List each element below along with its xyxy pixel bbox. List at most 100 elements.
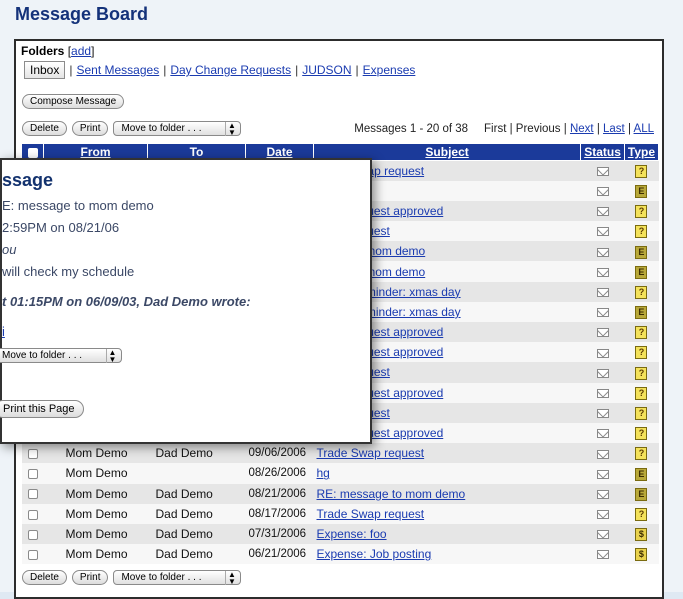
envelope-icon xyxy=(596,167,609,177)
cell-subject: Trade Swap request xyxy=(313,503,581,524)
message-type-icon: ? xyxy=(635,447,648,461)
row-checkbox[interactable] xyxy=(27,469,38,480)
table-row[interactable]: Mom Demo Dad Demo 07/31/2006 Expense: foo $ xyxy=(21,523,659,545)
popup-to: ou xyxy=(2,242,17,257)
envelope-icon xyxy=(596,288,609,298)
cell-subject: Expense: foo xyxy=(313,523,581,545)
subject-link[interactable]: Trade Swap request xyxy=(317,446,425,460)
sort-status-link[interactable]: Status xyxy=(584,145,621,159)
page-next[interactable]: Next xyxy=(570,123,594,135)
cell-type: ? xyxy=(624,342,659,363)
sort-type-link[interactable]: Type xyxy=(628,145,655,159)
cell-from: Mom Demo xyxy=(43,463,148,484)
cell-date: 07/31/2006 xyxy=(245,523,314,545)
cell-subject: RE: message to mom demo xyxy=(313,483,581,504)
page-previous[interactable]: Previous xyxy=(516,123,561,135)
table-row[interactable]: Mom Demo Dad Demo 06/21/2006 Expense: Job p… xyxy=(21,544,659,565)
delete-button-bottom[interactable]: Delete xyxy=(22,570,67,585)
move-to-folder-label: Move to folder . . . xyxy=(121,572,202,583)
cell-type: E xyxy=(624,301,659,322)
row-checkbox[interactable] xyxy=(27,449,38,460)
popup-subject: E: message to mom demo xyxy=(2,198,154,213)
cell-status xyxy=(580,221,625,242)
envelope-icon xyxy=(596,469,609,479)
popup-move-to-folder-select[interactable]: Move to folder . . . ▲ ▼ xyxy=(0,348,122,364)
cell-date: 09/06/2006 xyxy=(245,443,314,464)
cell-status xyxy=(580,281,625,302)
add-folder-link[interactable]: add xyxy=(71,44,91,58)
envelope-icon xyxy=(596,267,609,277)
envelope-icon xyxy=(596,308,609,318)
separator: | xyxy=(596,123,600,135)
cell-to xyxy=(147,463,246,484)
table-row[interactable]: Mom Demo Dad Demo 08/17/2006 Trade Swap req… xyxy=(21,503,659,524)
print-button[interactable]: Print xyxy=(71,121,109,136)
cell-type: ? xyxy=(624,382,659,403)
popup-title: ssage xyxy=(2,170,54,190)
tab-sent-messages[interactable]: Sent Messages xyxy=(76,63,159,77)
cell-status xyxy=(580,443,625,464)
cell-date: 06/21/2006 xyxy=(245,544,314,565)
envelope-icon xyxy=(596,510,609,520)
cell-type: E xyxy=(624,241,659,262)
cell-status xyxy=(580,483,625,504)
header-type[interactable]: Type xyxy=(623,143,660,161)
row-checkbox-cell xyxy=(21,463,44,484)
select-arrows-icon: ▲ ▼ xyxy=(106,349,118,364)
popup-link[interactable]: i xyxy=(2,324,5,339)
tab-inbox[interactable]: Inbox xyxy=(24,61,66,79)
move-to-folder-select[interactable]: Move to folder . . . ▲ ▼ xyxy=(113,121,242,137)
row-checkbox-cell xyxy=(21,483,44,504)
row-checkbox[interactable] xyxy=(27,529,38,540)
sort-subject-link[interactable]: Subject xyxy=(425,145,468,159)
table-row[interactable]: Mom Demo 08/26/2006 hg E xyxy=(21,463,659,484)
page-all[interactable]: ALL xyxy=(634,123,654,135)
cell-type: ? xyxy=(624,322,659,343)
tab-judson[interactable]: JUDSON xyxy=(302,63,351,77)
sort-from-link[interactable]: From xyxy=(81,145,111,159)
message-type-icon: ? xyxy=(635,205,648,219)
header-to-label: To xyxy=(189,145,204,159)
tab-expenses[interactable]: Expenses xyxy=(363,63,416,77)
subject-link[interactable]: RE: message to mom demo xyxy=(317,487,466,501)
envelope-icon xyxy=(596,489,609,499)
message-type-icon: E xyxy=(635,467,648,481)
message-type-icon: ? xyxy=(635,326,648,340)
row-checkbox[interactable] xyxy=(27,489,38,500)
row-checkbox[interactable] xyxy=(27,549,38,560)
header-status[interactable]: Status xyxy=(580,143,625,161)
cell-status xyxy=(580,301,625,322)
row-checkbox[interactable] xyxy=(27,509,38,520)
toolbar-top: Delete Print Move to folder . . . ▲ ▼ xyxy=(22,121,242,137)
envelope-icon xyxy=(596,429,609,439)
envelope-icon xyxy=(596,247,609,257)
subject-link[interactable]: Expense: foo xyxy=(317,527,387,541)
page-last[interactable]: Last xyxy=(603,123,625,135)
subject-link[interactable]: hg xyxy=(317,466,330,480)
subject-link[interactable]: Expense: Job posting xyxy=(317,547,432,561)
cell-status xyxy=(580,322,625,343)
table-row[interactable]: Mom Demo Dad Demo 08/21/2006 RE: message to… xyxy=(21,483,659,504)
envelope-icon xyxy=(596,187,609,197)
cell-type: E xyxy=(624,180,659,201)
cell-type: E xyxy=(624,483,659,504)
table-row[interactable]: Mom Demo Dad Demo 09/06/2006 Trade Swap req… xyxy=(21,443,659,464)
page-first[interactable]: First xyxy=(484,123,506,135)
row-checkbox-cell xyxy=(21,523,44,545)
print-this-page-button[interactable]: Print this Page xyxy=(0,400,84,418)
row-checkbox-cell xyxy=(21,544,44,565)
delete-button[interactable]: Delete xyxy=(22,121,67,136)
message-type-icon: ? xyxy=(635,386,648,400)
print-button-bottom[interactable]: Print xyxy=(71,570,109,585)
select-all-checkbox[interactable] xyxy=(27,147,38,158)
cell-to: Dad Demo xyxy=(147,523,246,545)
cell-to: Dad Demo xyxy=(147,544,246,565)
subject-link[interactable]: Trade Swap request xyxy=(317,507,425,521)
sort-date-link[interactable]: Date xyxy=(266,145,292,159)
compose-message-button[interactable]: Compose Message xyxy=(22,94,125,109)
move-to-folder-select-bottom[interactable]: Move to folder . . . ▲ ▼ xyxy=(113,570,242,586)
separator: | xyxy=(509,123,513,135)
cell-status xyxy=(580,422,625,444)
tab-day-change-requests[interactable]: Day Change Requests xyxy=(170,63,291,77)
cell-subject: Trade Swap request xyxy=(313,443,581,464)
